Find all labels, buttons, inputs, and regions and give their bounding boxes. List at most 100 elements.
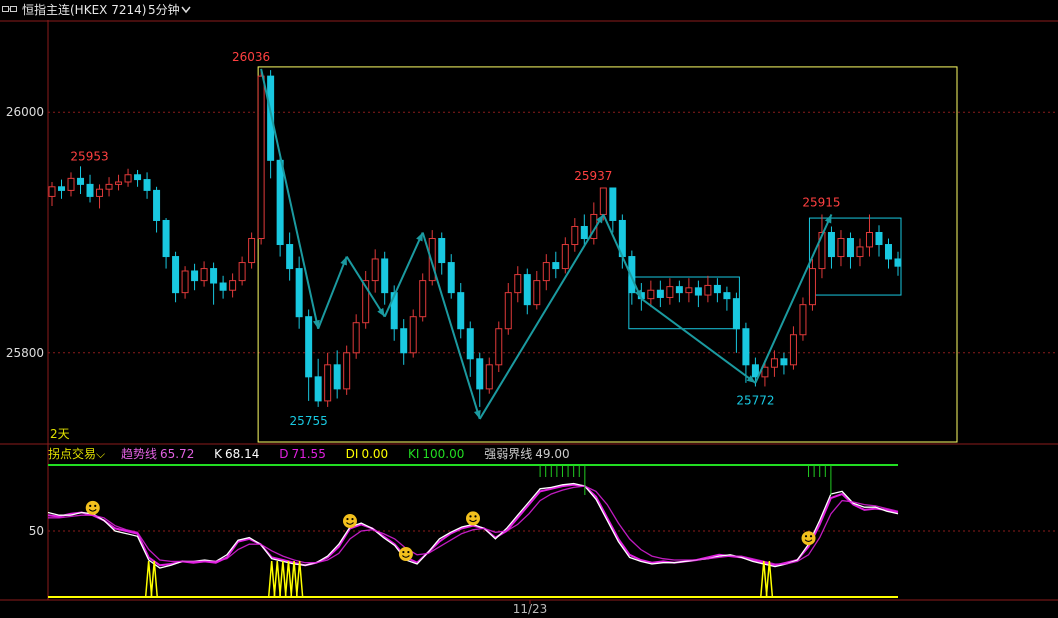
candle-body <box>485 364 493 390</box>
di-value: 0.00 <box>361 447 389 461</box>
candle-body <box>656 289 664 298</box>
candle-body <box>884 244 892 260</box>
x-axis-date-label: 11/23 <box>513 602 548 616</box>
indicator-name[interactable]: 拐点交易 <box>48 447 96 461</box>
candle-body <box>67 177 75 191</box>
zigzag-arrowhead <box>340 256 347 266</box>
candle-body <box>514 274 522 294</box>
k-value: 68.14 <box>225 447 260 461</box>
di-signal-spike <box>290 560 298 598</box>
low-price-label: 25772 <box>736 393 774 407</box>
candle-body <box>409 316 417 354</box>
strength-value: 49.00 <box>535 447 570 461</box>
candle-body <box>666 286 674 298</box>
candle-body <box>571 225 579 246</box>
k-label: K <box>214 447 223 461</box>
candle-body <box>314 376 322 402</box>
smiley-eye <box>469 515 472 518</box>
candle-body <box>134 174 142 181</box>
candle-body <box>875 232 883 246</box>
smiley-face <box>85 500 100 515</box>
candle-body <box>552 262 560 270</box>
low-price-label: 25755 <box>290 414 328 428</box>
d-label: D <box>279 447 289 461</box>
candle-body <box>799 304 807 336</box>
indicator-header: 拐点交易⌵ 趋势线 65.72 K 68.14 D 71.55 DI 0.00 KI 10… <box>48 445 586 463</box>
di-signal-spike <box>760 560 768 598</box>
candle-body <box>115 181 123 185</box>
candle-body <box>827 232 835 258</box>
candle-body <box>219 282 227 291</box>
candle-body <box>856 246 864 258</box>
candle-body <box>495 328 503 366</box>
smiley-face <box>466 511 480 526</box>
candle-body <box>751 364 759 378</box>
candle-body <box>48 186 56 197</box>
high-price-label: 25915 <box>802 195 840 209</box>
zigzag-line <box>383 232 424 318</box>
candle-body <box>865 232 873 248</box>
smiley-eye <box>407 550 410 554</box>
price-chart[interactable]: 26000 25800 50 25953 26036 25937 25915 25755 257… <box>0 0 1058 618</box>
candle-body <box>561 244 569 270</box>
candle-body <box>172 256 180 294</box>
trend-label: 趋势线 <box>120 447 157 461</box>
smiley-eye <box>474 515 477 518</box>
candle-body <box>96 188 104 197</box>
candle-body <box>533 280 541 306</box>
smiley-signal-icon <box>466 511 480 526</box>
candle-body <box>647 289 655 300</box>
smiley-eye <box>94 504 97 507</box>
candle-body <box>295 268 303 318</box>
candle-body <box>124 174 132 183</box>
candle-body <box>343 352 351 390</box>
candle-body <box>153 189 161 221</box>
candle-body <box>685 287 693 294</box>
candle-body <box>609 187 617 221</box>
candle-body <box>162 219 170 258</box>
candle-body <box>789 334 797 366</box>
candle-body <box>400 328 408 354</box>
candle-body <box>86 183 94 197</box>
smiley-eye <box>402 550 405 554</box>
candle-body <box>438 238 446 264</box>
candle-body <box>704 284 712 296</box>
smiley-signal-icon <box>85 500 100 515</box>
candle-body <box>191 270 199 282</box>
candle-body <box>542 262 550 282</box>
smiley-face <box>801 531 816 546</box>
smiley-face <box>398 547 413 562</box>
ki-label: KI <box>407 447 420 461</box>
candle-body <box>742 328 750 366</box>
high-price-label: 25953 <box>70 150 108 164</box>
candle-body <box>58 186 66 191</box>
price-tick-label: 26000 <box>6 105 44 119</box>
indicator-dropdown-icon[interactable]: ⌵ <box>96 447 105 461</box>
candle-body <box>713 284 721 294</box>
candle-body <box>371 258 379 282</box>
candle-body <box>770 358 778 368</box>
candle-body <box>476 358 484 390</box>
smiley-eye <box>89 504 92 507</box>
candle-body <box>599 187 607 215</box>
candle-body <box>305 316 313 378</box>
candle-body <box>381 258 389 294</box>
smiley-face <box>342 514 357 529</box>
candle-body <box>837 238 845 258</box>
range-label: 2天 <box>50 427 70 441</box>
price-tick-label: 25800 <box>6 346 44 360</box>
smiley-eye <box>346 517 349 521</box>
candle-body <box>200 268 208 282</box>
candle-body <box>324 364 332 402</box>
ki-value: 100.00 <box>422 447 465 461</box>
smiley-signal-icon <box>801 531 816 546</box>
d-value: 71.55 <box>291 447 326 461</box>
candle-body <box>77 177 85 185</box>
candle-body <box>723 292 731 300</box>
di-signal-spike <box>295 560 304 598</box>
smiley-eye <box>809 535 813 538</box>
candle-body <box>694 287 702 296</box>
candle-body <box>808 268 816 306</box>
di-signal-spike <box>144 560 153 598</box>
zigzag-line <box>478 213 605 420</box>
